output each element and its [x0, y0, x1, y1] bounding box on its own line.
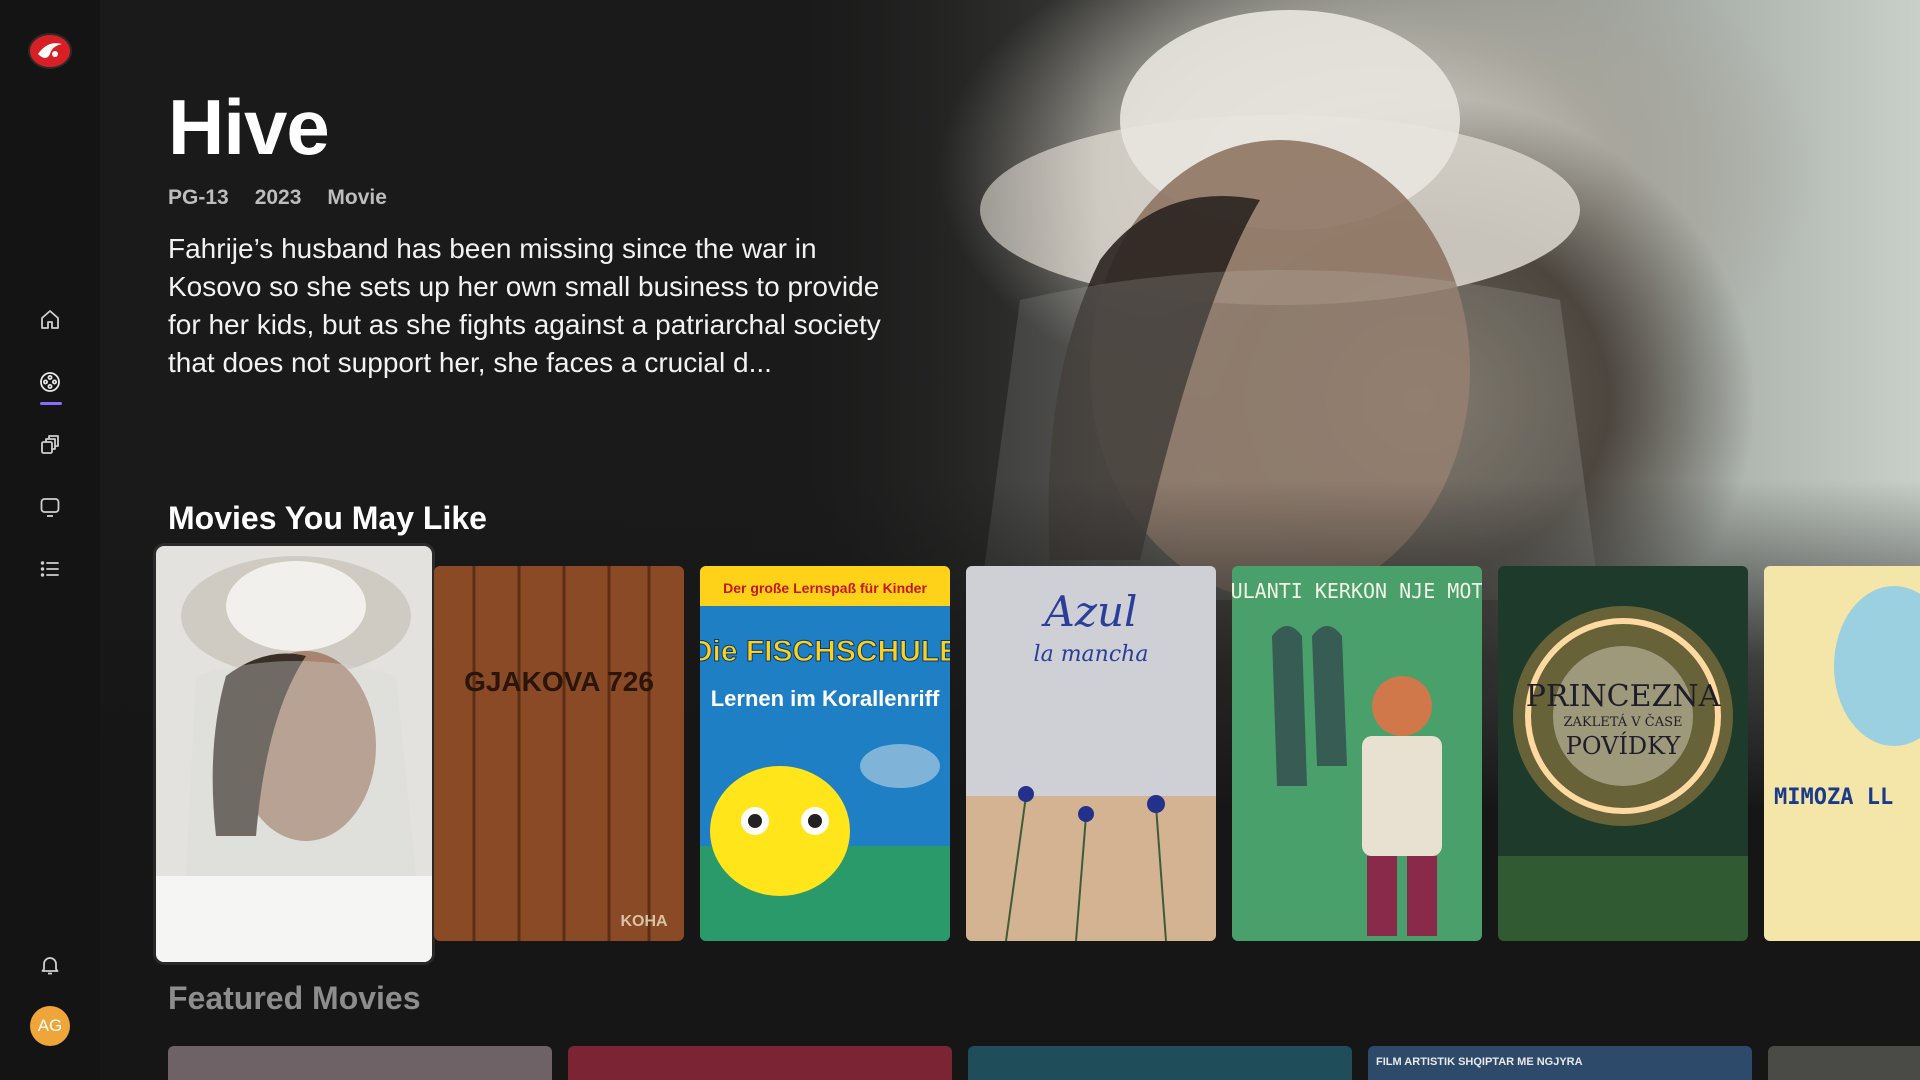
sidebar: AG — [0, 0, 100, 1080]
poster-image — [156, 546, 432, 962]
featured-movie-card[interactable]: FILM ARTISTIK SHQIPTAR ME NGJYRA — [1368, 1046, 1752, 1080]
sidebar-item-live-tv[interactable] — [30, 487, 70, 527]
poster-image: TAULANTI KERKON NJE MOTER — [1232, 566, 1482, 941]
poster-image: GJAKOVA 726 KOHA — [434, 566, 684, 941]
poster-subtitle: Lernen im Korallenriff — [711, 686, 940, 711]
poster-subtitle-2: POVÍDKY — [1566, 731, 1682, 760]
hero-title: Hive — [168, 83, 330, 171]
featured-poster-text: FILM ARTISTIK SHQIPTAR ME NGJYRA — [1376, 1056, 1583, 1068]
movie-card[interactable]: Der große Lernspaß für Kinder Die FISCHS… — [700, 566, 950, 941]
movie-card[interactable]: PRINCEZNA ZAKLETÁ V ČASE POVÍDKY — [1498, 566, 1748, 941]
poster-image: PRINCEZNA ZAKLETÁ V ČASE POVÍDKY — [1498, 566, 1748, 941]
poster-title: GJAKOVA 726 — [464, 666, 654, 697]
poster-image: MIMOZA LL — [1764, 566, 1920, 941]
featured-movie-card[interactable] — [1768, 1046, 1920, 1080]
app-logo-icon[interactable] — [28, 32, 72, 70]
poster-footer: KOHA — [620, 913, 668, 930]
sidebar-item-series[interactable] — [30, 425, 70, 465]
poster-title: PRINCEZNA — [1526, 679, 1721, 714]
movie-card[interactable]: TAULANTI KERKON NJE MOTER — [1232, 566, 1482, 941]
sidebar-item-my-list[interactable] — [30, 549, 70, 589]
movie-card[interactable]: Azul la mancha — [966, 566, 1216, 941]
featured-movie-card[interactable] — [968, 1046, 1352, 1080]
bell-icon — [41, 957, 59, 975]
movie-card[interactable]: GJAKOVA 726 KOHA — [434, 566, 684, 941]
poster-tagline: Der große Lernspaß für Kinder — [723, 580, 927, 596]
notifications-button[interactable] — [30, 945, 70, 985]
movie-card[interactable]: MIMOZA LL — [1764, 566, 1920, 941]
poster-title: Azul — [1041, 587, 1138, 636]
user-avatar[interactable]: AG — [30, 1006, 70, 1046]
poster-subtitle: ZAKLETÁ V ČASE — [1564, 713, 1683, 730]
featured-movie-card[interactable] — [168, 1046, 552, 1080]
hero-description: Fahrije’s husband has been missing since… — [168, 233, 881, 378]
rating-label: PG-13 — [168, 186, 229, 209]
poster-title: TAULANTI KERKON NJE MOTER — [1232, 579, 1482, 603]
home-icon — [41, 310, 59, 329]
poster-subtitle: la mancha — [1034, 642, 1149, 667]
type-label: Movie — [327, 186, 387, 209]
poster-title: MIMOZA LL — [1774, 785, 1893, 810]
active-nav-indicator — [40, 402, 62, 405]
tv-icon — [40, 498, 60, 517]
sidebar-item-home[interactable] — [30, 300, 70, 340]
poster-image: Azul la mancha — [966, 566, 1216, 941]
sidebar-item-movies[interactable] — [30, 362, 70, 402]
film-reel-icon — [40, 372, 60, 392]
library-stack-icon — [41, 435, 59, 454]
row-title-featured-movies: Featured Movies — [168, 980, 421, 1016]
row-title-movies-you-may-like: Movies You May Like — [168, 500, 487, 536]
featured-movie-card[interactable] — [568, 1046, 952, 1080]
poster-image: Der große Lernspaß für Kinder Die FISCHS… — [700, 566, 950, 941]
poster-title: Die FISCHSCHULE — [700, 635, 950, 668]
movie-card[interactable] — [156, 546, 432, 962]
hero-meta: PG-13 2023 Movie — [168, 186, 387, 210]
year-label: 2023 — [254, 186, 302, 209]
list-icon — [40, 561, 59, 577]
